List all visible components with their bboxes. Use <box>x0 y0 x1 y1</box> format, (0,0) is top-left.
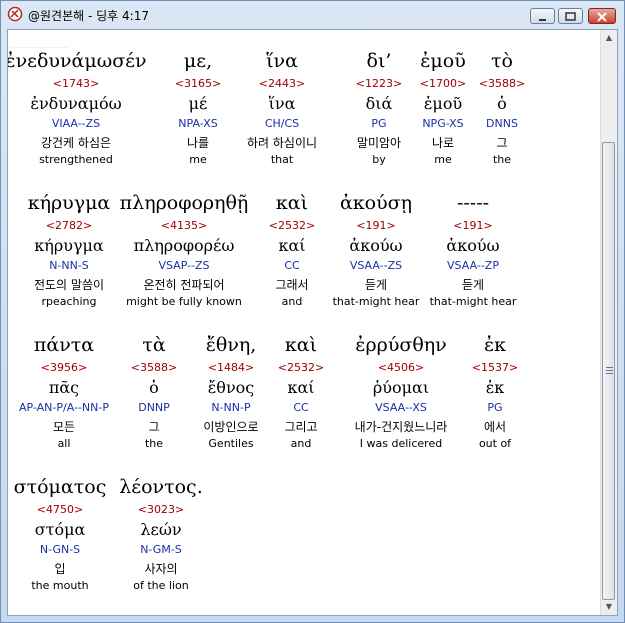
word-greek: τὸ <box>491 50 513 72</box>
header-field[interactable] <box>10 30 68 48</box>
word-korean: 듣게 <box>461 278 485 292</box>
word-strong: <1537> <box>471 361 519 374</box>
word-greek: ----- <box>456 192 490 214</box>
title-bar[interactable]: @원견본해 - 딩후 4:17 <box>1 1 624 29</box>
word-english: out of <box>478 437 512 450</box>
interlinear-content: ἐνεδυνάμωσέν <1743> ἐνδυναμόω VIAA--ZS 강건케 하… <box>8 30 603 615</box>
word-lemma: ὁ <box>497 94 507 113</box>
word-english: the <box>492 153 512 166</box>
vertical-scrollbar[interactable]: ▲ ▼ <box>600 30 617 615</box>
word-korean: 그 <box>496 136 508 150</box>
word-morph: DNNS <box>486 117 518 130</box>
word-korean: 에서 <box>483 420 507 434</box>
word-korean: 사자의 <box>144 562 178 576</box>
app-window: @원견본해 - 딩후 4:17 ἐνεδυνάμωσέν <1743> ἐνδυνα… <box>0 0 625 623</box>
maximize-icon <box>565 12 576 21</box>
scroll-down-icon[interactable]: ▼ <box>601 599 617 615</box>
word-english: that-might hear <box>429 295 517 308</box>
close-button[interactable] <box>588 8 616 24</box>
minimize-button[interactable] <box>530 8 555 24</box>
close-icon <box>597 12 607 22</box>
word-lemma: ἀκούω <box>446 236 500 255</box>
word-greek: λέοντος. <box>119 476 203 498</box>
scroll-thumb[interactable] <box>602 142 615 600</box>
word-morph: VSAA--ZP <box>447 259 499 272</box>
word-strong: <3023> <box>137 503 185 516</box>
word-morph: PG <box>487 401 503 414</box>
word-english: of the lion <box>133 579 189 592</box>
word-strong: <3588> <box>478 77 526 90</box>
minimize-icon <box>539 19 546 21</box>
scroll-up-icon[interactable]: ▲ <box>601 30 617 46</box>
word-morph: N-GM-S <box>140 543 182 556</box>
maximize-button[interactable] <box>558 8 583 24</box>
app-icon <box>7 6 23 22</box>
word-strong: <191> <box>453 219 493 232</box>
window-title: @원견본해 - 딩후 4:17 <box>28 9 149 23</box>
word-lemma: ἐκ <box>485 378 505 397</box>
word-greek: ἐκ <box>483 334 507 356</box>
word-lemma: λεών <box>140 520 182 539</box>
interlinear-panel: ἐνεδυνάμωσέν <1743> ἐνδυναμόω VIAA--ZS 강건케 하… <box>7 29 618 616</box>
